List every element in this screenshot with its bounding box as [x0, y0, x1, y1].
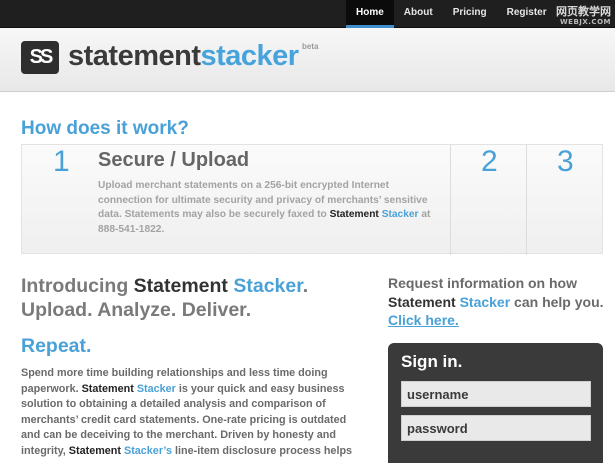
nav-home[interactable]: Home — [346, 0, 394, 28]
step-description: Upload merchant statements on a 256-bit … — [98, 179, 443, 237]
brand-stackers: Stacker’s — [124, 444, 173, 457]
main-nav: Home About Pricing Register — [346, 0, 557, 28]
intro-line-2: Upload. Analyze. Deliver. — [21, 299, 252, 321]
intro-body: Spend more time building relationships a… — [21, 366, 366, 459]
nav-pricing[interactable]: Pricing — [443, 0, 497, 28]
step-divider — [450, 145, 451, 255]
brand-stacker: Stacker — [381, 209, 419, 220]
brand-statement: Statement — [81, 382, 134, 395]
nav-about[interactable]: About — [394, 0, 443, 28]
logo-word-stacker: stacker — [200, 40, 300, 72]
signin-title: Sign in. — [401, 352, 463, 371]
steps-panel: 1 Secure / Upload Upload merchant statem… — [21, 144, 603, 255]
request-prefix: Request information on how — [388, 275, 577, 291]
step-number-2[interactable]: 2 — [481, 145, 498, 179]
intro-line-1: Introducing Statement Stacker. — [21, 274, 361, 298]
password-input[interactable] — [401, 415, 591, 441]
repeat-heading: Repeat. — [21, 335, 92, 357]
brand-stacker: Stacker — [136, 382, 176, 395]
beta-badge: beta — [302, 42, 319, 51]
brand-stacker: Stacker — [459, 293, 511, 310]
step-number-3[interactable]: 3 — [557, 145, 574, 179]
body-p3: line-item disclosure process helps — [172, 444, 353, 457]
brand-statement: Statement — [329, 209, 379, 220]
intro-heading: Introducing Statement Stacker. Upload. A… — [21, 274, 361, 322]
brand-statement: Statement — [388, 293, 456, 310]
watermark-url: WEBJX.COM — [559, 18, 611, 26]
how-it-works-title: How does it work? — [21, 118, 189, 139]
brand-statement: Statement — [133, 275, 228, 297]
username-input[interactable] — [401, 381, 591, 407]
signin-panel: Sign in. — [388, 343, 603, 463]
site-header: SS statementstacker beta — [0, 28, 615, 92]
step-title: Secure / Upload — [98, 149, 250, 171]
brand-statement: Statement — [68, 444, 121, 457]
watermark-text: 网页教学网 — [556, 5, 611, 18]
brand-stacker: Stacker — [233, 275, 303, 297]
request-middle: can help you. — [510, 293, 604, 310]
top-nav-bar: Home About Pricing Register 网页教学网 WEBJX.… — [0, 0, 615, 28]
request-info: Request information on how Statement Sta… — [388, 274, 608, 330]
logo-mark-text: SS — [29, 46, 54, 68]
step-desc-text: Upload merchant statements on a 256-bit … — [98, 180, 428, 220]
step-divider — [526, 145, 527, 255]
step-number-1[interactable]: 1 — [53, 145, 70, 179]
intro-prefix: Introducing — [21, 275, 134, 297]
logo-wordmark[interactable]: statementstacker — [68, 40, 299, 73]
logo-icon[interactable]: SS — [21, 41, 59, 74]
click-here-link[interactable]: Click here. — [388, 312, 459, 328]
intro-suffix: . — [302, 275, 309, 297]
logo-word-statement: statement — [68, 40, 201, 72]
